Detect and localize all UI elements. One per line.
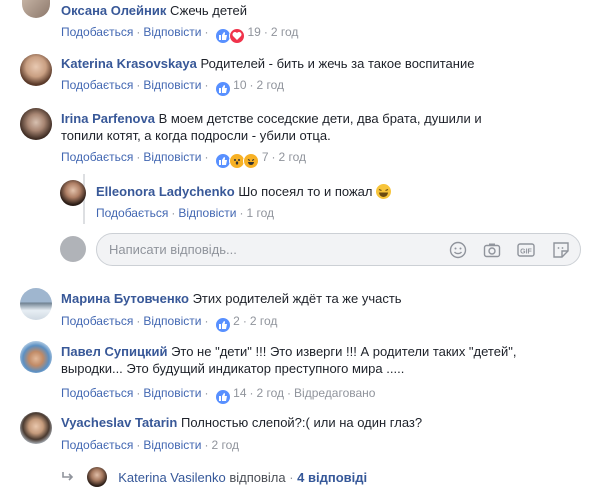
avatar[interactable]	[22, 0, 50, 18]
comment-author[interactable]: Irina Parfenova	[61, 111, 155, 126]
like-button[interactable]: Подобається	[61, 150, 133, 164]
timestamp[interactable]: 2 год	[257, 78, 285, 92]
timestamp[interactable]: 2 год	[250, 314, 278, 328]
comment-author[interactable]: Оксана Олейник	[61, 3, 166, 18]
comment-text: Полностью слепой?:( или на один глаз?	[180, 415, 423, 430]
reaction-count: 14	[233, 386, 247, 400]
reactions[interactable]	[214, 316, 231, 333]
like-reaction-icon	[214, 80, 231, 97]
timestamp[interactable]: 2 год	[257, 386, 285, 400]
reply-button[interactable]: Відповісти	[143, 386, 201, 400]
grinning-emoji-icon	[376, 184, 392, 199]
avatar[interactable]	[20, 54, 52, 86]
reaction-count: 10	[233, 78, 247, 92]
timestamp[interactable]: 2 год	[279, 150, 307, 164]
avatar[interactable]	[20, 412, 52, 444]
like-button[interactable]: Подобається	[96, 206, 168, 220]
reply-button[interactable]: Відповісти	[143, 25, 201, 39]
like-button[interactable]: Подобається	[61, 386, 133, 400]
comment-text-line-2: выродки... Это будущий индикатор преступ…	[61, 361, 405, 376]
reply-arrow-icon	[61, 470, 79, 485]
comment-text: Родителей - бить и жечь за такое воспита…	[200, 56, 475, 71]
like-button[interactable]: Подобається	[61, 314, 133, 328]
svg-text:GIF: GIF	[520, 249, 532, 256]
gif-icon[interactable]: GIF	[517, 241, 535, 259]
replier-name: Katerina Vasilenko	[118, 470, 226, 485]
like-reaction-icon	[214, 388, 231, 405]
avatar[interactable]	[60, 180, 86, 206]
edited-label[interactable]: Відредаговано	[294, 386, 375, 400]
comment-author[interactable]: Павел Супицкий	[61, 344, 167, 359]
comment-author[interactable]: Katerina Krasovskaya	[61, 56, 197, 71]
view-replies-link[interactable]: Katerina Vasilenko відповіла · 4 відпові…	[61, 467, 367, 487]
reply-input[interactable]: Написати відповідь... GIF	[96, 233, 581, 266]
timestamp[interactable]: 2 год	[271, 25, 299, 39]
reactions[interactable]	[214, 152, 260, 169]
haha-reaction-icon	[243, 152, 260, 169]
reply-button[interactable]: Відповісти	[178, 206, 236, 220]
comment-text-line-2: топили котят, а когда подросли - убили о…	[61, 128, 331, 143]
reaction-count: 7	[261, 150, 269, 164]
emoji-icon[interactable]	[449, 241, 467, 259]
comment-text: Этих родителей ждёт та же участь	[192, 291, 402, 306]
avatar[interactable]	[20, 288, 52, 320]
comment-text-line-1: Это не "дети" !!! Это изверги !!! А роди…	[171, 344, 517, 359]
like-button[interactable]: Подобається	[61, 78, 133, 92]
like-button[interactable]: Подобається	[61, 438, 133, 452]
replied-label: відповіла	[229, 470, 286, 485]
love-reaction-icon	[229, 27, 246, 44]
reply-button[interactable]: Відповісти	[143, 78, 201, 92]
reply-text: Шо посеял то и пожал	[238, 184, 373, 199]
reply-placeholder: Написати відповідь...	[109, 242, 237, 257]
current-user-avatar	[60, 236, 86, 262]
comment-text-line-1: В моем детстве соседские дети, два брата…	[158, 111, 482, 126]
like-button[interactable]: Подобається	[61, 25, 133, 39]
avatar[interactable]	[20, 341, 52, 373]
reply-button[interactable]: Відповісти	[143, 438, 201, 452]
reaction-count: 19	[247, 25, 261, 39]
timestamp[interactable]: 1 год	[246, 206, 274, 220]
reply-author[interactable]: Elleonora Ladychenko	[96, 184, 235, 199]
comment-author[interactable]: Марина Бутовченко	[61, 291, 189, 306]
comment-text: Сжечь детей	[169, 3, 247, 18]
reactions[interactable]	[214, 388, 231, 405]
reactions[interactable]	[214, 27, 246, 44]
avatar[interactable]	[20, 108, 52, 140]
replies-count: 4 відповіді	[297, 470, 368, 485]
reply-button[interactable]: Відповісти	[143, 314, 201, 328]
avatar	[86, 467, 107, 487]
timestamp[interactable]: 2 год	[211, 438, 239, 452]
comment-author[interactable]: Vyacheslav Tatarin	[61, 415, 177, 430]
sticker-icon[interactable]	[552, 241, 570, 259]
reaction-count: 2	[233, 314, 240, 328]
reply-button[interactable]: Відповісти	[143, 150, 201, 164]
like-reaction-icon	[214, 316, 231, 333]
camera-icon[interactable]	[483, 241, 501, 259]
reactions[interactable]	[214, 80, 231, 97]
